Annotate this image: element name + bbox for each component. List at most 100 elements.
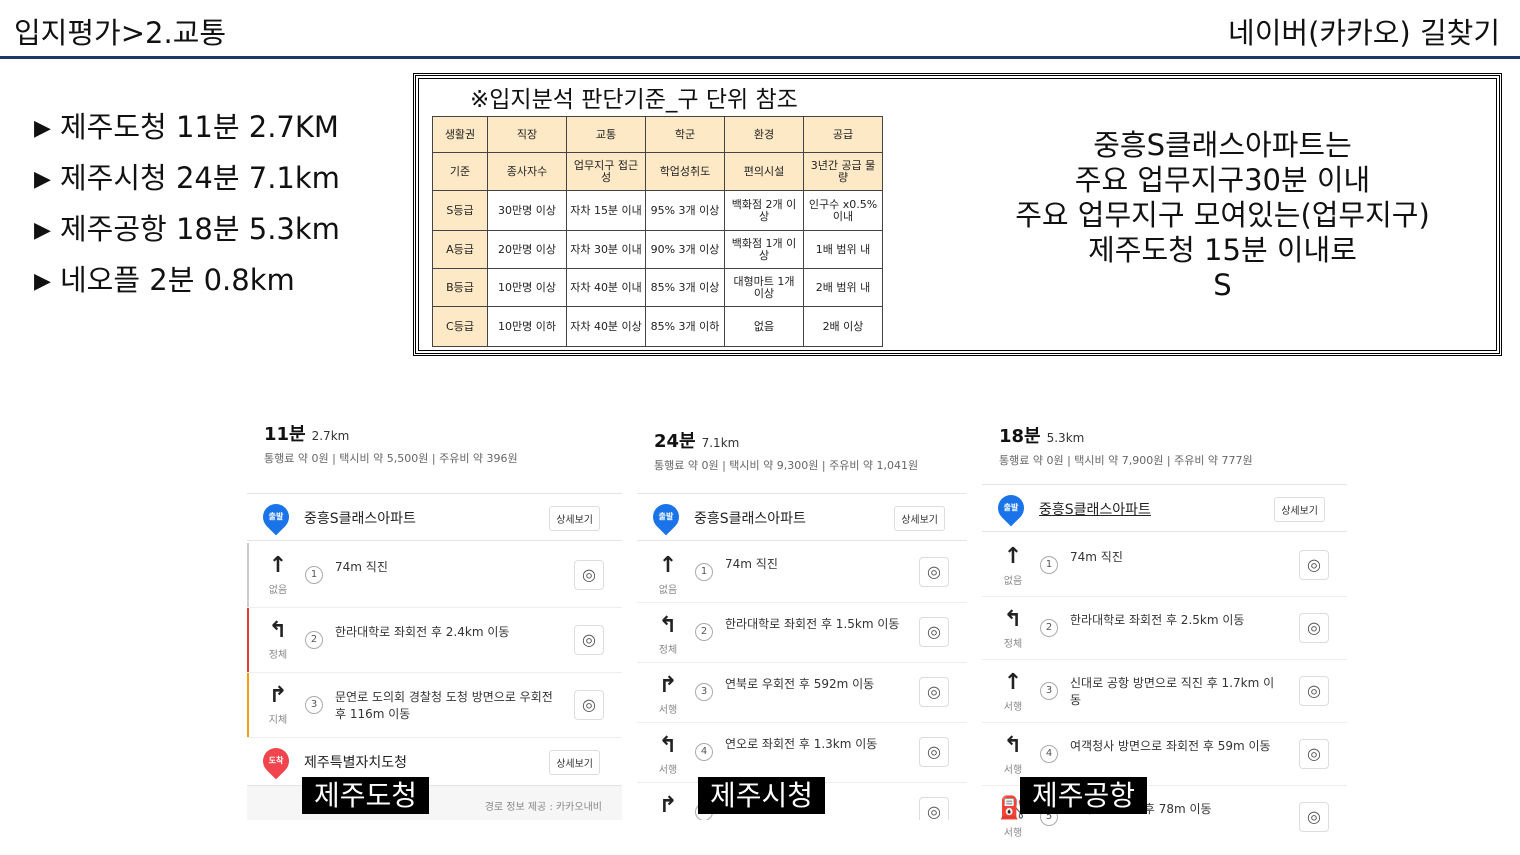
- start-place[interactable]: 중흥S클래스아파트: [1039, 499, 1151, 519]
- page-title: 입지평가>2.교통: [14, 16, 227, 50]
- step-number: 2: [1040, 618, 1058, 637]
- table-cell: 3년간 공급 물량: [803, 152, 883, 191]
- summary-bullets: ▶ 제주도청 11분 2.7KM ▶ 제주시청 24분 7.1km ▶ 제주공항 18…: [34, 106, 340, 310]
- map-view-icon[interactable]: ◎: [919, 677, 949, 707]
- map-view-icon[interactable]: ◎: [919, 617, 949, 647]
- table-row: C등급 10만명 이하 자차 40분 이상 85% 3개 이하 없음 2배 이상: [432, 306, 883, 347]
- map-view-icon[interactable]: ◎: [574, 624, 604, 655]
- bullet-text: 제주도청 11분 2.7KM: [60, 110, 339, 144]
- table-cell: 자차 30분 이내: [566, 230, 646, 269]
- route-time: 11분 2.7km: [264, 424, 350, 445]
- turn-arrow-icon: ↱: [268, 683, 288, 708]
- traffic-status: 서행: [1003, 702, 1023, 713]
- criteria-table: 생활권 직장 교통 학군 환경 공급 기준 종사자수 업무지구 접근성 학업성취도 편의…: [432, 116, 883, 347]
- traffic-status: 정체: [658, 645, 678, 656]
- map-view-icon[interactable]: ◎: [919, 737, 949, 767]
- summary-line: 제주도청 15분 이내로: [1088, 233, 1357, 267]
- table-cell: 없음: [724, 306, 804, 347]
- traffic-bar: [247, 673, 249, 737]
- route-time: 18분 5.3km: [999, 426, 1085, 447]
- step-number: 3: [1040, 681, 1058, 700]
- detail-button[interactable]: 상세보기: [549, 506, 600, 531]
- route-step: ↑ 없음 1 74m 직진 ◎: [637, 543, 967, 603]
- table-row: S등급 30만명 이상 자차 15분 이내 95% 3개 이상 백화점 2개 이상 인구수…: [432, 190, 883, 231]
- map-view-icon[interactable]: ◎: [574, 689, 604, 720]
- table-cell: 종사자수: [487, 152, 567, 191]
- turn-arrow-icon: ↰: [1003, 607, 1023, 632]
- table-cell: 자차 40분 이내: [566, 268, 646, 307]
- step-text: 한라대학로 좌회전 후 1.5km 이동: [725, 617, 900, 631]
- grade-cell: 기준: [432, 152, 488, 191]
- traffic-status: 없음: [658, 585, 678, 596]
- route-panel: 11분 2.7km 통행료 약 0원 | 택시비 약 5,500원 | 주유비 약 …: [247, 398, 622, 820]
- turn-arrow-icon: ↑: [1003, 670, 1023, 695]
- traffic-status: 없음: [268, 585, 288, 596]
- map-view-icon[interactable]: ◎: [1299, 612, 1329, 643]
- table-header-row: 생활권 직장 교통 학군 환경 공급: [432, 116, 883, 153]
- table-cell: 2배 이상: [803, 306, 883, 347]
- route-step: ↱ 서행 3 연북로 우회전 후 592m 이동 ◎: [637, 663, 967, 723]
- route-fees: 통행료 약 0원 | 택시비 약 9,300원 | 주유비 약 1,041원: [654, 459, 919, 472]
- step-text: 한라대학로 좌회전 후 2.5km 이동: [1070, 612, 1245, 627]
- table-cell: 2배 범위 내: [803, 268, 883, 307]
- traffic-status: 서행: [1003, 765, 1023, 776]
- map-view-icon[interactable]: ◎: [574, 559, 604, 590]
- map-view-icon[interactable]: ◎: [1299, 801, 1329, 832]
- traffic-status: 지체: [268, 715, 288, 726]
- detail-button[interactable]: 상세보기: [549, 750, 600, 775]
- table-cell: 백화점 2개 이상: [724, 190, 804, 231]
- route-step: ↰ 정체 2 한라대학로 좌회전 후 1.5km 이동 ◎: [637, 603, 967, 663]
- turn-arrow-icon: ↱: [658, 793, 678, 818]
- turn-arrow-icon: ↰: [658, 733, 678, 758]
- map-view-icon[interactable]: ◎: [1299, 549, 1329, 580]
- map-view-icon[interactable]: ◎: [1299, 675, 1329, 706]
- route-time: 24분 7.1km: [654, 431, 740, 452]
- route-step: ↑ 없음 1 74m 직진 ◎: [247, 543, 622, 608]
- traffic-bar: [247, 608, 249, 672]
- table-cell: 자차 40분 이상: [566, 306, 646, 347]
- step-number: 1: [305, 565, 323, 584]
- table-cell: 10만명 이하: [487, 306, 567, 347]
- bullet-text: 제주시청 24분 7.1km: [60, 161, 340, 195]
- table-cell: 95% 3개 이상: [645, 190, 725, 231]
- step-text: 74m 직진: [725, 557, 778, 571]
- route-step: ↱ 지체 3 문연로 도의회 경찰청 도청 방면으로 우회전 후 116m 이동 ◎: [247, 673, 622, 738]
- step-text: 연오로 좌회전 후 1.3km 이동: [725, 737, 878, 751]
- detail-button[interactable]: 상세보기: [1274, 497, 1325, 522]
- route-distance: 2.7km: [311, 429, 350, 443]
- table-cell: 10만명 이상: [487, 268, 567, 307]
- step-text: 74m 직진: [335, 559, 388, 574]
- table-header-cell: 생활권: [432, 116, 488, 153]
- grade-cell: S등급: [432, 190, 488, 231]
- route-distance: 5.3km: [1046, 431, 1085, 445]
- map-view-icon[interactable]: ◎: [919, 557, 949, 587]
- route-panel: 24분 7.1km 통행료 약 0원 | 택시비 약 9,300원 | 주유비 약 …: [637, 405, 967, 820]
- table-cell: 편의시설: [724, 152, 804, 191]
- table-header-cell: 공급: [803, 116, 883, 153]
- step-number: 1: [695, 563, 713, 581]
- traffic-status: 서행: [658, 705, 678, 716]
- step-number: 4: [1040, 744, 1058, 763]
- route-step: ↰ 정체 2 한라대학로 좌회전 후 2.4km 이동 ◎: [247, 608, 622, 673]
- turn-arrow-icon: ↰: [1003, 733, 1023, 758]
- traffic-status: 정체: [268, 650, 288, 661]
- step-number: 4: [695, 743, 713, 761]
- traffic-bar: [247, 543, 249, 607]
- step-number: 1: [1040, 555, 1058, 574]
- traffic-status: 서행: [1003, 828, 1023, 839]
- turn-arrow-icon: ↱: [658, 673, 678, 698]
- end-pin-icon: 도착: [257, 742, 295, 780]
- step-text: 74m 직진: [1070, 549, 1123, 564]
- step-text: 문연로 도의회 경찰청 도청 방면으로 우회전 후 116m 이동: [335, 689, 553, 721]
- table-cell: 업무지구 접근성: [566, 152, 646, 191]
- step-number: 3: [305, 695, 323, 714]
- map-view-icon[interactable]: ◎: [1299, 738, 1329, 769]
- detail-button[interactable]: 상세보기: [894, 506, 945, 531]
- step-number: 2: [305, 630, 323, 649]
- grade-cell: A등급: [432, 230, 488, 269]
- table-cell: 85% 3개 이상: [645, 268, 725, 307]
- bullet-item: ▶ 네오플 2분 0.8km: [34, 259, 340, 310]
- step-text: 신대로 공항 방면으로 직진 후 1.7km 이동: [1070, 675, 1275, 707]
- map-view-icon[interactable]: ◎: [919, 797, 949, 820]
- table-cell: 백화점 1개 이상: [724, 230, 804, 269]
